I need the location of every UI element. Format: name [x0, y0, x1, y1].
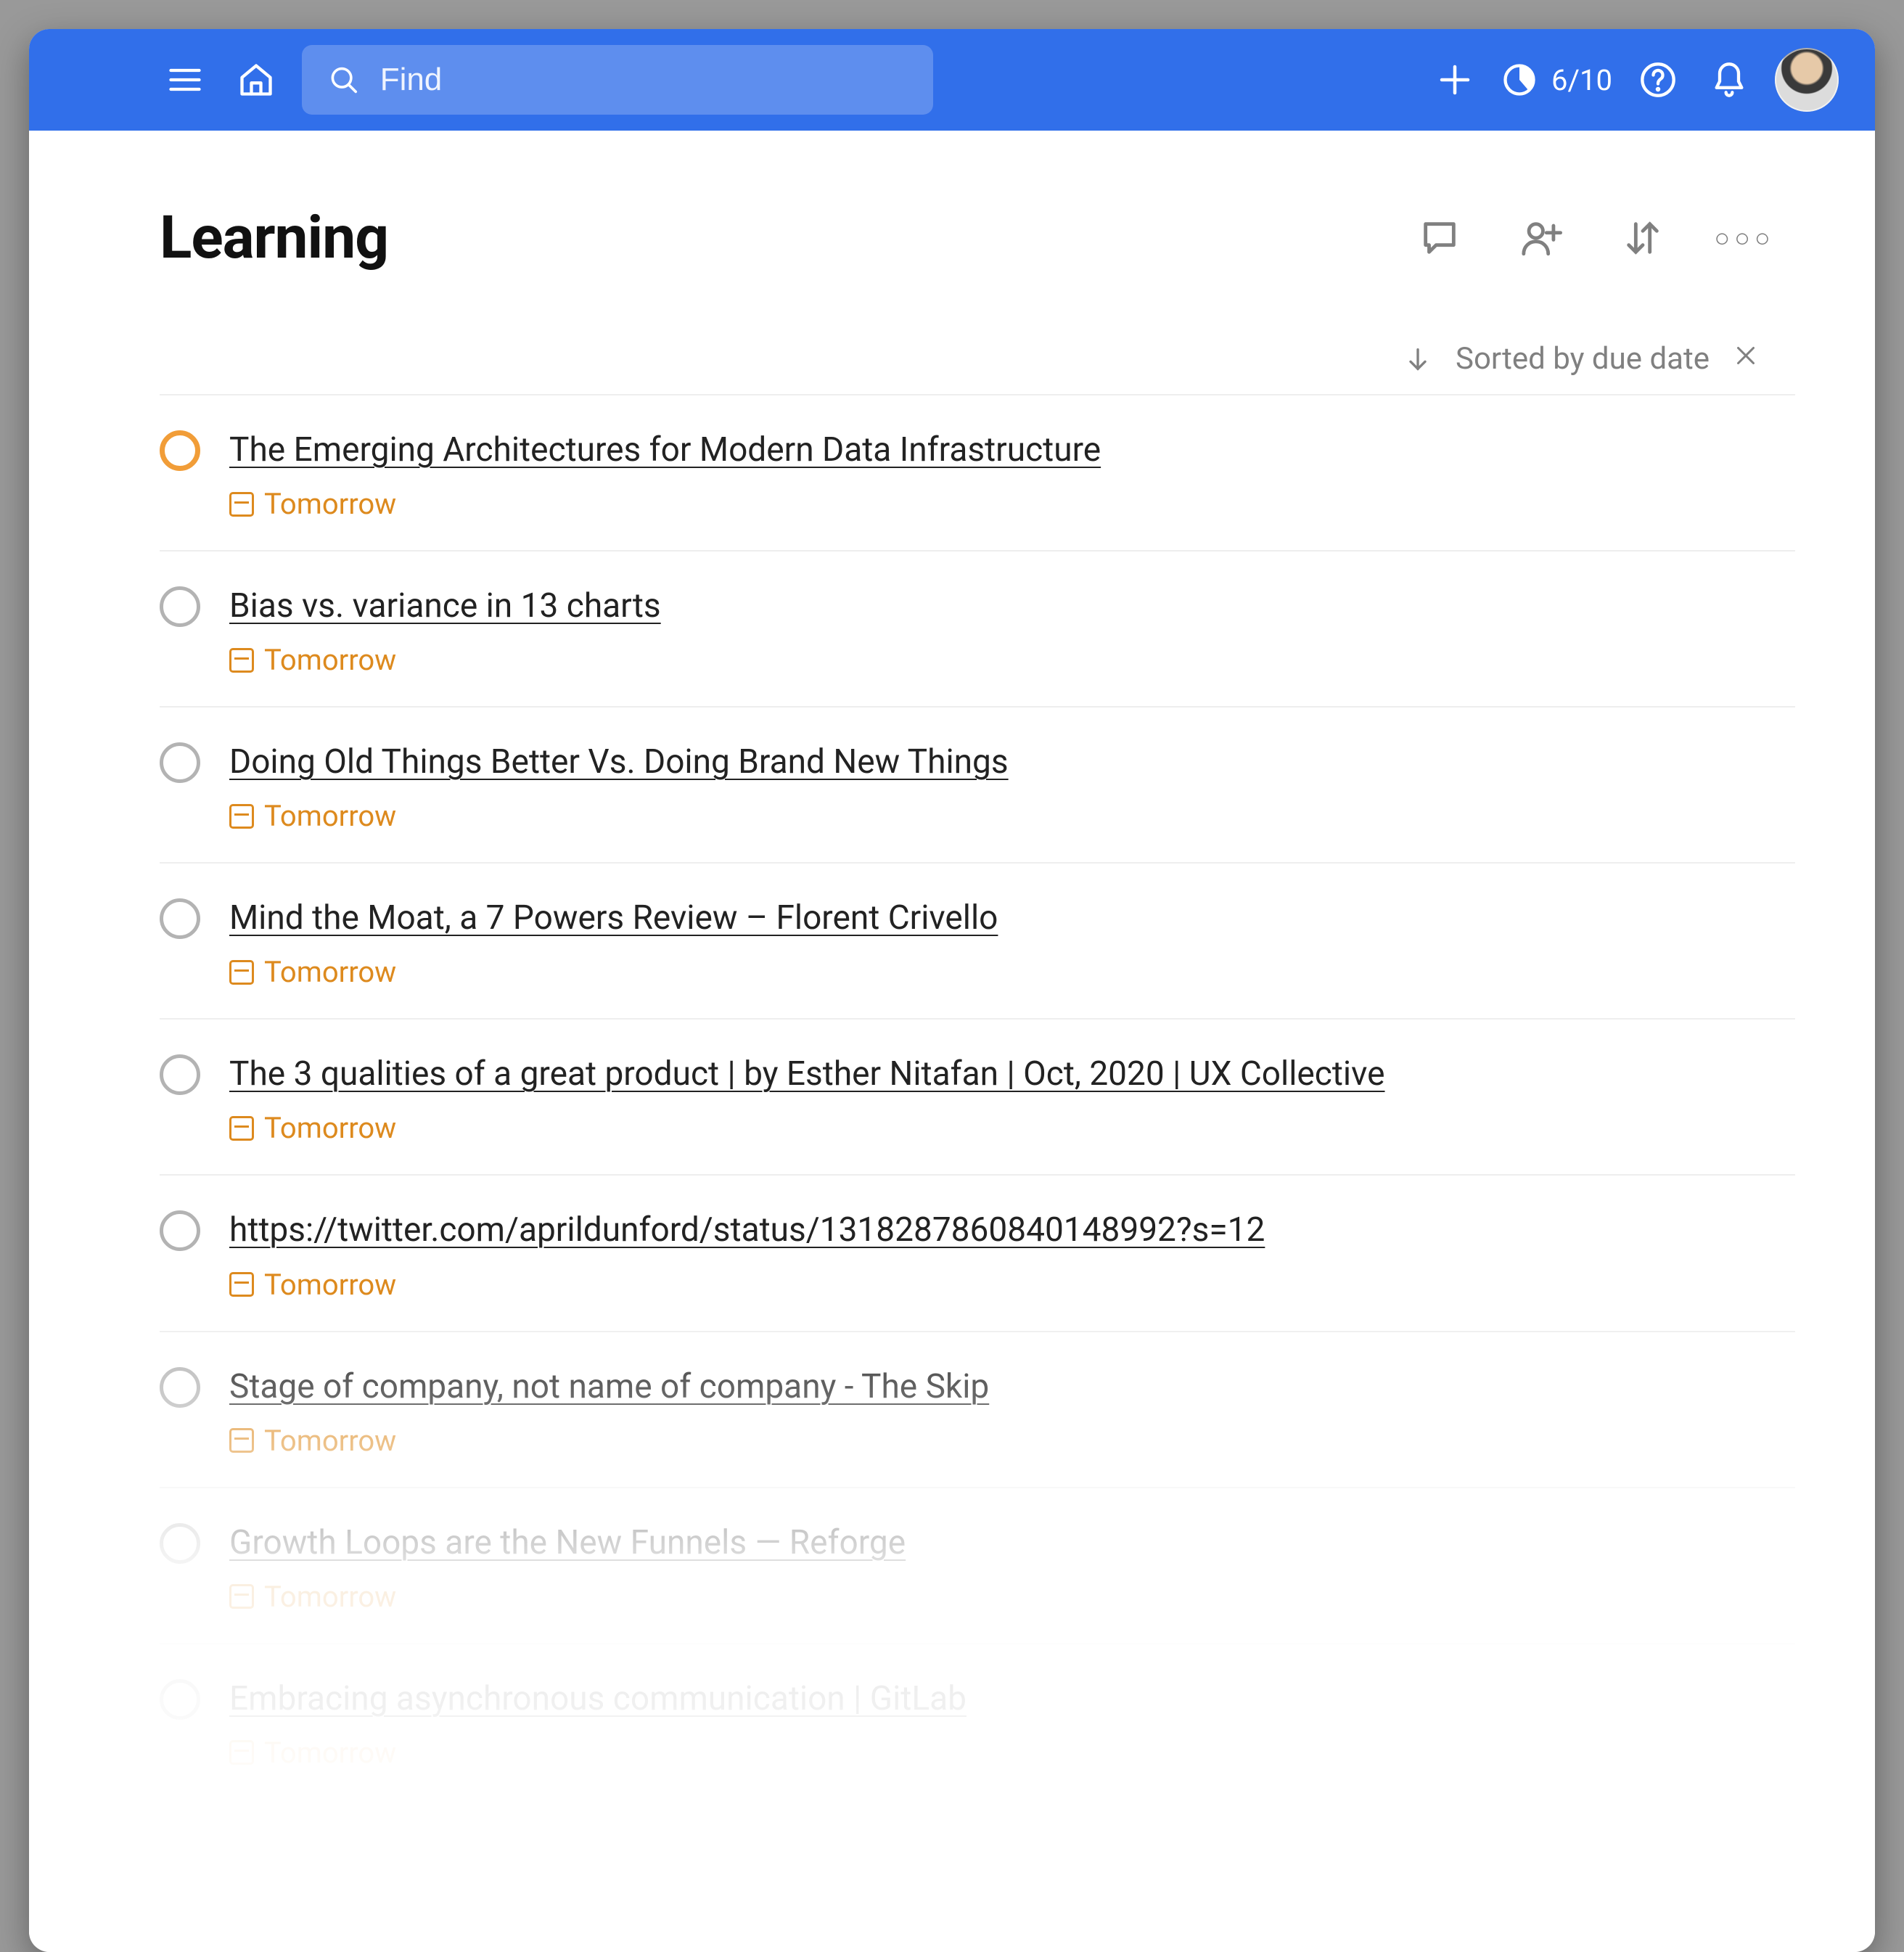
- more-button[interactable]: ○○○: [1723, 216, 1766, 260]
- calendar-icon: [229, 1116, 254, 1141]
- search-icon: [328, 62, 360, 97]
- task-row[interactable]: Embracing asynchronous communication | G…: [160, 1644, 1795, 1800]
- calendar-icon: [229, 960, 254, 985]
- arrow-down-icon: [1403, 345, 1432, 374]
- task-due: Tomorrow: [229, 1111, 1795, 1145]
- progress-indicator[interactable]: 6/10: [1501, 61, 1612, 99]
- task-checkbox[interactable]: [160, 1523, 200, 1564]
- task-row[interactable]: Stage of company, not name of company - …: [160, 1332, 1795, 1488]
- task-checkbox[interactable]: [160, 586, 200, 627]
- task-body: https://twitter.com/aprildunford/status/…: [229, 1207, 1795, 1301]
- task-row[interactable]: Mind the Moat, a 7 Powers Review – Flore…: [160, 864, 1795, 1020]
- task-due: Tomorrow: [229, 1424, 1795, 1458]
- task-checkbox[interactable]: [160, 1367, 200, 1408]
- task-body: Stage of company, not name of company - …: [229, 1364, 1795, 1458]
- task-due: Tomorrow: [229, 799, 1795, 833]
- task-title[interactable]: Embracing asynchronous communication | G…: [229, 1676, 1795, 1721]
- task-title[interactable]: Mind the Moat, a 7 Powers Review – Flore…: [229, 895, 1795, 940]
- task-title[interactable]: Stage of company, not name of company - …: [229, 1364, 1795, 1409]
- task-row[interactable]: Bias vs. variance in 13 charts Tomorrow: [160, 551, 1795, 708]
- progress-icon: [1501, 61, 1538, 99]
- task-checkbox[interactable]: [160, 1210, 200, 1251]
- task-due-label: Tomorrow: [264, 1580, 396, 1614]
- calendar-icon: [229, 1584, 254, 1609]
- task-due-label: Tomorrow: [264, 799, 396, 833]
- home-button[interactable]: [231, 54, 282, 105]
- task-body: The 3 qualities of a great product | by …: [229, 1051, 1795, 1145]
- search-box[interactable]: [302, 45, 933, 115]
- calendar-icon: [229, 648, 254, 673]
- task-due: Tomorrow: [229, 1580, 1795, 1614]
- task-list: The Emerging Architectures for Modern Da…: [160, 394, 1795, 1800]
- task-due: Tomorrow: [229, 1736, 1795, 1770]
- task-due-label: Tomorrow: [264, 1268, 396, 1302]
- add-button[interactable]: [1429, 54, 1480, 105]
- task-due-label: Tomorrow: [264, 955, 396, 989]
- task-due-label: Tomorrow: [264, 1736, 396, 1770]
- app-window: 6/10 Learning ○○○: [29, 29, 1875, 1952]
- task-checkbox[interactable]: [160, 1054, 200, 1095]
- main-content: Learning ○○○ Sorted by due date Th: [29, 131, 1875, 1952]
- task-due: Tomorrow: [229, 643, 1795, 677]
- task-due-label: Tomorrow: [264, 643, 396, 677]
- task-title[interactable]: The 3 qualities of a great product | by …: [229, 1051, 1795, 1096]
- task-row[interactable]: https://twitter.com/aprildunford/status/…: [160, 1176, 1795, 1332]
- calendar-icon: [229, 492, 254, 517]
- project-title: Learning: [160, 203, 1389, 273]
- task-checkbox[interactable]: [160, 742, 200, 783]
- progress-text: 6/10: [1551, 63, 1612, 97]
- menu-button[interactable]: [160, 54, 210, 105]
- share-button[interactable]: [1519, 216, 1563, 260]
- task-body: Doing Old Things Better Vs. Doing Brand …: [229, 739, 1795, 833]
- calendar-icon: [229, 1740, 254, 1765]
- task-body: Bias vs. variance in 13 charts Tomorrow: [229, 583, 1795, 677]
- task-title[interactable]: https://twitter.com/aprildunford/status/…: [229, 1207, 1795, 1252]
- task-row[interactable]: The 3 qualities of a great product | by …: [160, 1020, 1795, 1176]
- avatar[interactable]: [1775, 48, 1839, 112]
- comments-button[interactable]: [1418, 216, 1461, 260]
- task-body: Mind the Moat, a 7 Powers Review – Flore…: [229, 895, 1795, 989]
- task-body: The Emerging Architectures for Modern Da…: [229, 427, 1795, 521]
- task-title[interactable]: Growth Loops are the New Funnels — Refor…: [229, 1520, 1795, 1565]
- project-actions: ○○○: [1418, 216, 1795, 260]
- calendar-icon: [229, 1428, 254, 1453]
- task-title[interactable]: Doing Old Things Better Vs. Doing Brand …: [229, 739, 1795, 784]
- topbar: 6/10: [29, 29, 1875, 131]
- search-input[interactable]: [380, 62, 907, 98]
- task-due-label: Tomorrow: [264, 487, 396, 521]
- task-checkbox[interactable]: [160, 1679, 200, 1720]
- task-checkbox[interactable]: [160, 430, 200, 471]
- sort-status-bar: Sorted by due date: [160, 324, 1795, 394]
- task-body: Embracing asynchronous communication | G…: [229, 1676, 1795, 1770]
- task-row[interactable]: Growth Loops are the New Funnels — Refor…: [160, 1488, 1795, 1644]
- task-body: Growth Loops are the New Funnels — Refor…: [229, 1520, 1795, 1614]
- sort-label: Sorted by due date: [1456, 341, 1710, 377]
- task-due-label: Tomorrow: [264, 1424, 396, 1458]
- task-row[interactable]: The Emerging Architectures for Modern Da…: [160, 395, 1795, 551]
- calendar-icon: [229, 804, 254, 829]
- project-header: Learning ○○○: [160, 203, 1795, 273]
- task-due: Tomorrow: [229, 487, 1795, 521]
- task-due-label: Tomorrow: [264, 1111, 396, 1145]
- task-title[interactable]: The Emerging Architectures for Modern Da…: [229, 427, 1795, 472]
- sort-button[interactable]: [1621, 216, 1665, 260]
- task-due: Tomorrow: [229, 1268, 1795, 1302]
- task-due: Tomorrow: [229, 955, 1795, 989]
- task-row[interactable]: Doing Old Things Better Vs. Doing Brand …: [160, 708, 1795, 864]
- notifications-button[interactable]: [1704, 54, 1755, 105]
- help-button[interactable]: [1633, 54, 1683, 105]
- task-checkbox[interactable]: [160, 898, 200, 939]
- calendar-icon: [229, 1272, 254, 1297]
- clear-sort-button[interactable]: [1733, 341, 1759, 377]
- task-title[interactable]: Bias vs. variance in 13 charts: [229, 583, 1795, 628]
